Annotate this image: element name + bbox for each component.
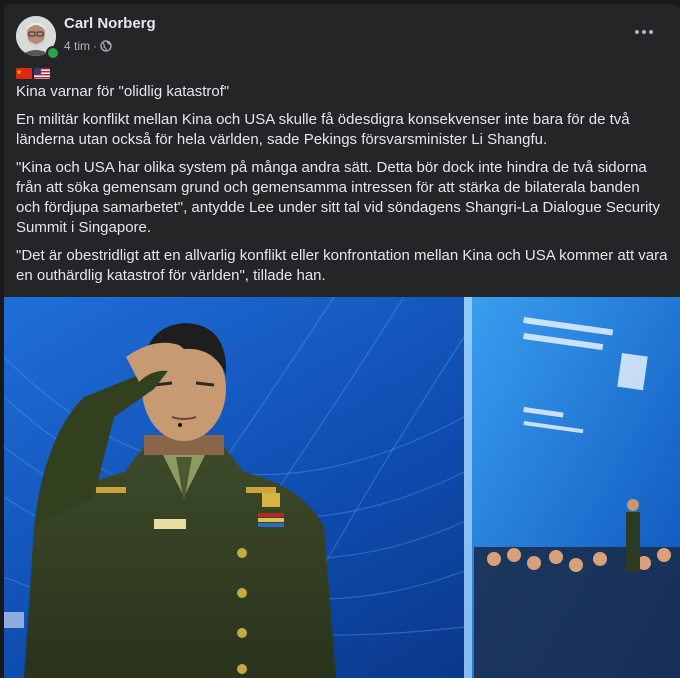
dot-icon [642, 30, 646, 34]
post-photo[interactable] [4, 297, 680, 678]
post-card: Carl Norberg 4 tim · Kina varnar för "ol… [4, 4, 680, 678]
author-name[interactable]: Carl Norberg [64, 15, 156, 32]
usa-flag-icon [34, 67, 50, 79]
post-headline: Kina varnar för "olidlig katastrof" [16, 83, 230, 100]
post-meta: 4 tim · [64, 39, 112, 53]
flag-emojis [16, 64, 668, 82]
dot-icon [649, 30, 653, 34]
post-paragraph: En militär konflikt mellan Kina och USA … [16, 111, 630, 148]
post-paragraph: "Kina och USA har olika system på många … [16, 159, 661, 236]
dot-icon [635, 30, 639, 34]
post-paragraph: "Det är obestridligt att en allvarlig ko… [16, 247, 668, 284]
online-status-dot [46, 46, 60, 60]
post-time[interactable]: 4 tim [64, 39, 90, 53]
more-options-button[interactable] [626, 20, 662, 44]
post-text: Kina varnar för "olidlig katastrof" En m… [16, 64, 668, 294]
globe-icon[interactable] [100, 40, 112, 52]
china-flag-icon [16, 67, 32, 79]
post-header: Carl Norberg 4 tim · [4, 4, 680, 60]
meta-separator: · [93, 39, 98, 53]
